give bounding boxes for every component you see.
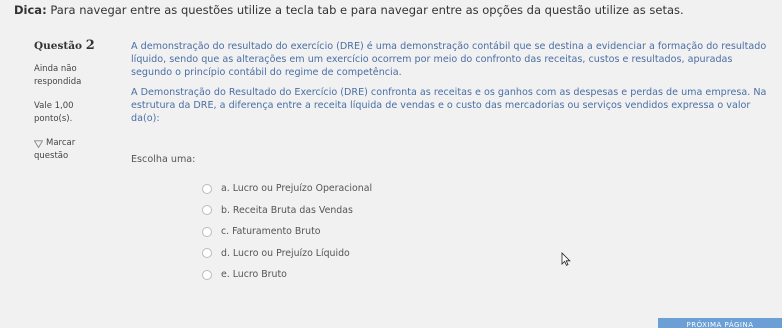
next-page-label: PRÓXIMA PÁGINA (686, 321, 754, 328)
answer-options: a. Lucro ou Prejuízo Operacional b. Rece… (202, 178, 372, 286)
points-line-1: Vale 1,00 (34, 101, 74, 111)
navigation-tip: Dica: Para navegar entre as questões uti… (14, 3, 684, 17)
radio-button[interactable] (202, 183, 212, 194)
option-label: a. Lucro ou Prejuízo Operacional (221, 183, 373, 195)
radio-button[interactable] (202, 248, 212, 259)
radio-button[interactable] (202, 205, 212, 216)
answer-option-a[interactable]: a. Lucro ou Prejuízo Operacional (202, 178, 372, 200)
question-paragraph-1: A demonstração do resultado do exercício… (131, 41, 767, 78)
option-label: b. Receita Bruta das Vendas (221, 204, 353, 216)
radio-button[interactable] (202, 226, 212, 237)
question-points: Vale 1,00 ponto(s). (34, 100, 124, 126)
mouse-pointer-icon (561, 252, 571, 266)
flag-label: Marcar (46, 138, 76, 148)
flag-icon (34, 139, 43, 148)
tip-text: Para navegar entre as questões utilize a… (50, 3, 684, 17)
answer-option-c[interactable]: c. Faturamento Bruto (202, 221, 372, 243)
question-label: Questão (34, 40, 83, 52)
question-text: A demonstração do resultado do exercício… (131, 40, 771, 125)
option-label: d. Lucro ou Prejuízo Líquido (221, 247, 350, 259)
question-paragraph-2: A Demonstração do Resultado do Exercício… (131, 87, 767, 124)
status-line-2: respondida (34, 77, 82, 87)
answer-option-e[interactable]: e. Lucro Bruto (202, 264, 372, 286)
question-info-panel: Questão 2 Ainda não respondida Vale 1,00… (34, 39, 124, 163)
question-number: 2 (85, 38, 95, 53)
status-line-1: Ainda não (34, 64, 77, 74)
flag-question-toggle[interactable]: Marcar questão (34, 137, 124, 163)
answer-option-d[interactable]: d. Lucro ou Prejuízo Líquido (202, 243, 372, 265)
tip-label: Dica: (14, 3, 47, 17)
answer-option-b[interactable]: b. Receita Bruta das Vendas (202, 200, 372, 222)
next-page-button[interactable]: PRÓXIMA PÁGINA (658, 318, 782, 328)
option-label: e. Lucro Bruto (221, 269, 287, 281)
question-status: Ainda não respondida (34, 63, 124, 89)
choose-one-label: Escolha uma: (131, 154, 196, 165)
flag-label-2: questão (34, 151, 69, 161)
option-label: c. Faturamento Bruto (221, 226, 321, 238)
question-title: Questão 2 (34, 39, 124, 53)
points-line-2: ponto(s). (34, 114, 73, 124)
radio-button[interactable] (202, 269, 212, 280)
